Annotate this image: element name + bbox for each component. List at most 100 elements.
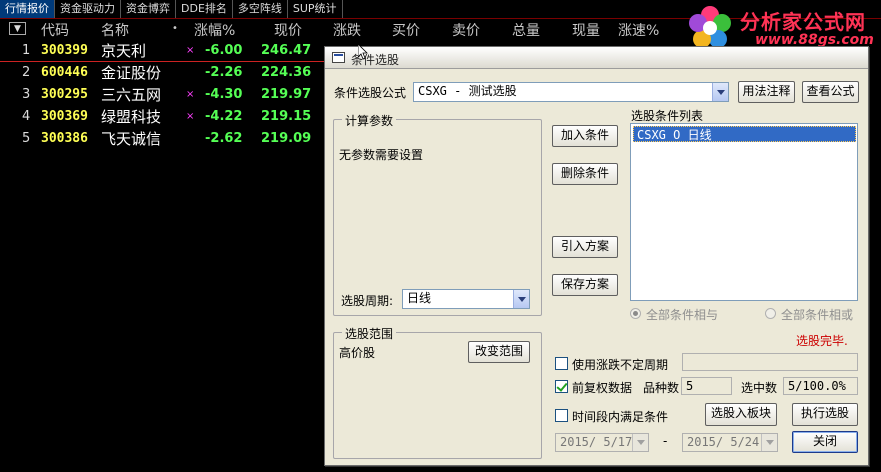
- params-group: 计算参数 无参数需要设置 选股周期: 日线: [333, 112, 542, 316]
- table-row[interactable]: 2 600446 金证股份 -2.26 224.36: [0, 62, 330, 84]
- date-separator: -: [663, 434, 668, 448]
- radio-all-and[interactable]: [630, 308, 641, 319]
- table-row[interactable]: 5 300386 飞天诚信 -2.62 219.09: [0, 128, 330, 150]
- tab-quotes[interactable]: 行情报价: [0, 0, 55, 18]
- stock-name: 飞天诚信: [101, 130, 162, 148]
- dialog-title-bar[interactable]: 条件选股: [325, 47, 868, 69]
- tab-fund-drive[interactable]: 资金驱动力: [55, 0, 121, 18]
- date-from-value: 2015/ 5/17: [560, 435, 633, 449]
- add-to-block-button[interactable]: 选股入板块: [705, 403, 777, 426]
- date-to-value: 2015/ 5/24: [687, 435, 760, 449]
- col-price[interactable]: 现价: [274, 20, 302, 40]
- tab-sup-stats[interactable]: SUP统计: [288, 0, 343, 18]
- chevron-down-icon: [761, 434, 777, 451]
- logo-brand-text: 分析家公式网: [740, 10, 866, 34]
- table-row[interactable]: 1 300399 京天利 × -6.00 246.47: [0, 40, 330, 62]
- status-text: 选股完毕.: [796, 334, 848, 348]
- tab-long-short[interactable]: 多空阵线: [233, 0, 288, 18]
- time-period-label: 时间段内满足条件: [572, 410, 669, 424]
- range-group: 选股范围 高价股 改变范围: [333, 325, 542, 459]
- forward-adjust-label: 前复权数据: [572, 381, 633, 395]
- col-name[interactable]: 名称: [101, 20, 129, 40]
- save-scheme-button[interactable]: 保存方案: [552, 274, 618, 296]
- chevron-down-icon: [632, 434, 648, 451]
- col-speed[interactable]: 涨速%: [618, 20, 659, 40]
- date-from-field: 2015/ 5/17: [555, 433, 649, 452]
- params-group-label: 计算参数: [342, 112, 397, 129]
- close-button[interactable]: 关闭: [792, 431, 858, 453]
- list-item[interactable]: CSXG O 日线: [633, 126, 856, 142]
- formula-select[interactable]: CSXG - 测试选股: [413, 82, 729, 102]
- column-menu-button[interactable]: ▼: [9, 22, 26, 35]
- stock-change-pct: -4.22: [205, 109, 243, 124]
- col-mark: •: [172, 23, 178, 34]
- col-current-volume[interactable]: 现量: [572, 20, 600, 40]
- syntax-help-button[interactable]: 用法注释: [738, 81, 795, 103]
- count-value: 5: [686, 379, 694, 393]
- row-number: 2: [22, 65, 31, 80]
- site-logo: 分析家公式网 www.88gs.com: [683, 2, 881, 52]
- chevron-down-icon[interactable]: [513, 290, 529, 308]
- add-condition-button[interactable]: 加入条件: [552, 125, 618, 147]
- stock-change-pct: -2.62: [205, 131, 243, 146]
- chevron-down-icon[interactable]: [712, 83, 728, 101]
- forward-adjust-checkbox[interactable]: [555, 380, 568, 393]
- selected-value: 5/100.0%: [788, 379, 846, 393]
- triangle-down-icon: ▼: [14, 23, 21, 34]
- stock-price: 224.36: [261, 65, 312, 80]
- date-to-field: 2015/ 5/24: [682, 433, 778, 452]
- col-ask[interactable]: 卖价: [452, 20, 480, 40]
- time-period-checkbox[interactable]: [555, 409, 568, 422]
- stock-code: 300295: [41, 87, 88, 102]
- app-window: 行情报价 资金驱动力 资金博弈 DDE排名 多空阵线 SUP统计 ▼ 代码 名称…: [0, 0, 881, 472]
- window-icon: [332, 52, 345, 63]
- mouse-cursor-icon: [358, 44, 368, 60]
- period-label: 选股周期:: [341, 294, 394, 308]
- col-bid[interactable]: 买价: [392, 20, 420, 40]
- selected-field: 5/100.0%: [783, 377, 858, 395]
- row-number: 4: [22, 109, 31, 124]
- col-code[interactable]: 代码: [41, 20, 69, 40]
- tab-fund-game[interactable]: 资金博弈: [121, 0, 176, 18]
- stock-change-pct: -2.26: [205, 65, 243, 80]
- radio-all-and-label: 全部条件相与: [646, 308, 719, 322]
- stock-mark: ×: [186, 111, 195, 122]
- stock-mark: ×: [186, 45, 195, 56]
- stock-name: 绿盟科技: [101, 108, 162, 126]
- stock-code: 600446: [41, 65, 88, 80]
- run-screening-button[interactable]: 执行选股: [792, 403, 858, 426]
- variable-period-field: [682, 353, 858, 371]
- stock-mark: ×: [186, 89, 195, 100]
- range-value: 高价股: [339, 346, 376, 360]
- row-number: 1: [22, 43, 31, 58]
- stock-price: 219.09: [261, 131, 312, 146]
- stock-price: 246.47: [261, 43, 312, 58]
- col-change-pct[interactable]: 涨幅%: [194, 20, 235, 40]
- table-row[interactable]: 4 300369 绿盟科技 × -4.22 219.15: [0, 106, 330, 128]
- radio-all-or[interactable]: [765, 308, 776, 319]
- no-params-text: 无参数需要设置: [339, 148, 424, 162]
- row-number: 5: [22, 131, 31, 146]
- delete-condition-button[interactable]: 删除条件: [552, 163, 618, 185]
- import-scheme-button[interactable]: 引入方案: [552, 236, 618, 258]
- condition-list[interactable]: CSXG O 日线: [630, 123, 858, 301]
- stock-change-pct: -6.00: [205, 43, 243, 58]
- stock-name: 京天利: [101, 42, 147, 60]
- variable-period-checkbox[interactable]: [555, 357, 568, 370]
- formula-select-value: CSXG - 测试选股: [418, 84, 517, 98]
- period-select[interactable]: 日线: [402, 289, 530, 309]
- stock-code: 300399: [41, 43, 88, 58]
- selected-label: 选中数: [741, 381, 778, 395]
- period-select-value: 日线: [407, 291, 432, 305]
- row-number: 3: [22, 87, 31, 102]
- flower-logo-icon: [689, 6, 731, 48]
- table-row[interactable]: 3 300295 三六五网 × -4.30 219.97: [0, 84, 330, 106]
- stock-name: 金证股份: [101, 64, 162, 82]
- count-label: 品种数: [643, 381, 680, 395]
- tab-dde-rank[interactable]: DDE排名: [176, 0, 233, 18]
- view-formula-button[interactable]: 查看公式: [802, 81, 859, 103]
- stock-code: 300369: [41, 109, 88, 124]
- col-change[interactable]: 涨跌: [333, 20, 361, 40]
- col-volume[interactable]: 总量: [512, 20, 540, 40]
- change-range-button[interactable]: 改变范围: [468, 341, 530, 363]
